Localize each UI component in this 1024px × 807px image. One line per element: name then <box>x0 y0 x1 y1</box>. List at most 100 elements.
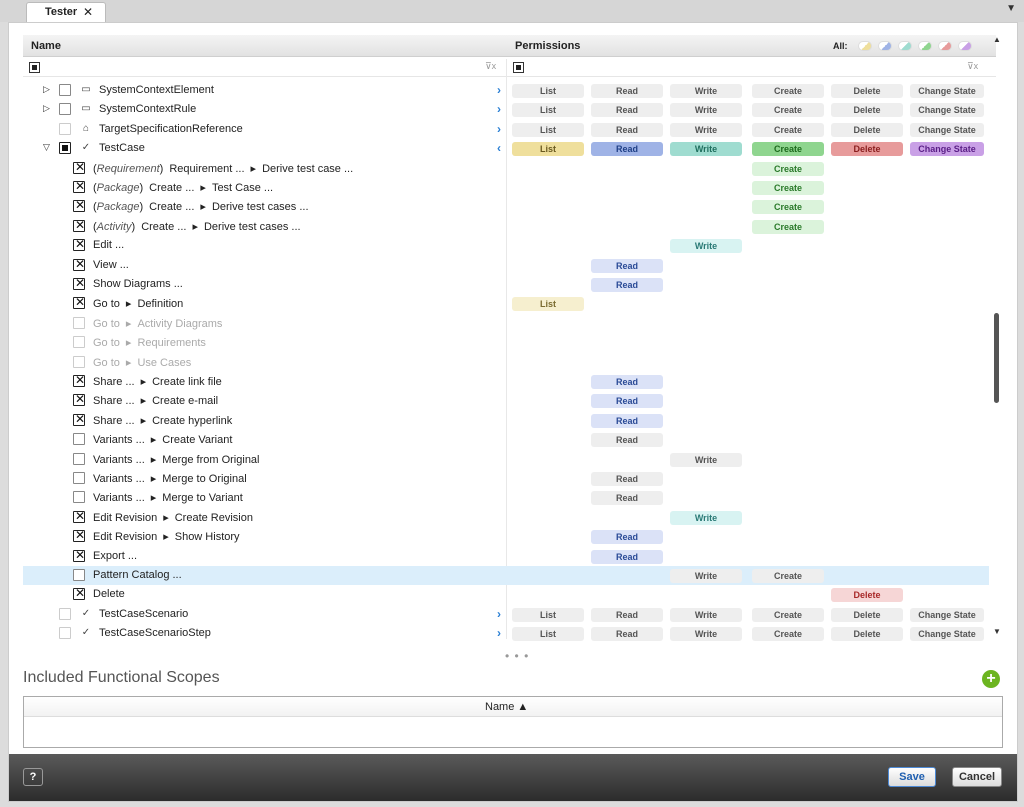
row-checkbox[interactable] <box>73 569 85 581</box>
write-permission-button[interactable]: Write <box>670 239 742 254</box>
tree-row[interactable]: ▷ ▭ SystemContextElement › List Read Write Crea… <box>23 81 989 100</box>
help-button[interactable]: ? <box>23 768 43 786</box>
row-checkbox[interactable] <box>73 433 85 446</box>
expand-permissions-icon[interactable]: › <box>497 102 501 116</box>
cancel-button[interactable]: Cancel <box>952 767 1002 787</box>
row-checkbox[interactable] <box>73 237 86 252</box>
create-permission-button[interactable]: Create <box>752 84 824 98</box>
list-permission-button[interactable]: List <box>512 297 584 312</box>
list-permission-button[interactable]: List <box>512 607 584 622</box>
read-permission-button[interactable]: Read <box>591 122 663 137</box>
operation-row[interactable]: Go to ▸ Activity Diagrams <box>23 314 989 333</box>
expand-permissions-icon[interactable]: › <box>497 607 501 621</box>
operation-row[interactable]: Variants ... ▸ Merge from Original Write <box>23 450 989 469</box>
operation-row[interactable]: Delete Delete <box>23 585 989 604</box>
write-permission-button[interactable]: Write <box>670 452 742 467</box>
row-checkbox[interactable] <box>73 179 86 193</box>
row-checkbox[interactable] <box>73 257 86 271</box>
read-permission-button[interactable]: Read <box>591 607 663 622</box>
read-permission-button[interactable]: Read <box>591 413 663 428</box>
list-permission-button[interactable]: List <box>512 84 584 98</box>
list-permission-button[interactable]: List <box>512 122 584 137</box>
name-filter-icon[interactable]: ⊽x <box>485 61 496 72</box>
create-permission-button[interactable]: Create <box>752 607 824 622</box>
operation-row[interactable]: Export ... Read <box>23 547 989 566</box>
read-permission-button[interactable]: Read <box>591 142 663 157</box>
list-permission-button[interactable]: List <box>512 627 584 642</box>
delete-permission-button[interactable]: Delete <box>831 627 903 642</box>
operation-row[interactable]: View ... Read <box>23 256 989 275</box>
expand-icon[interactable]: ▷ <box>43 103 50 114</box>
all-write-toggle[interactable] <box>898 41 912 51</box>
operation-row[interactable]: Go to ▸ Requirements <box>23 333 989 352</box>
create-permission-button[interactable]: Create <box>752 200 824 215</box>
create-permission-button[interactable]: Create <box>752 103 824 118</box>
row-checkbox[interactable] <box>73 373 86 387</box>
expand-permissions-icon[interactable]: › <box>497 122 501 136</box>
row-checkbox[interactable] <box>73 198 86 213</box>
row-checkbox[interactable] <box>73 218 86 232</box>
row-checkbox[interactable] <box>73 586 86 601</box>
collapse-icon[interactable]: ▽ <box>43 142 50 153</box>
scroll-up-icon[interactable]: ▲ <box>993 35 1001 44</box>
write-permission-button[interactable]: Write <box>670 569 742 583</box>
tree-row[interactable]: ▽ ✓ TestCase ‹ List Read Write Create Delete Chan… <box>23 139 989 158</box>
row-checkbox[interactable] <box>73 276 86 290</box>
expand-permissions-icon[interactable]: › <box>497 83 501 97</box>
row-checkbox[interactable] <box>73 528 86 543</box>
delete-permission-button[interactable]: Delete <box>831 142 903 157</box>
delete-permission-button[interactable]: Delete <box>831 84 903 98</box>
write-permission-button[interactable]: Write <box>670 122 742 137</box>
row-checkbox[interactable] <box>59 103 71 116</box>
tab-tester[interactable]: Tester ✕ <box>26 2 106 22</box>
delete-permission-button[interactable]: Delete <box>831 588 903 603</box>
permissions-column-header[interactable]: Permissions <box>515 40 580 52</box>
permissions-filter-icon[interactable]: ⊽x <box>967 61 978 72</box>
read-permission-button[interactable]: Read <box>591 530 663 545</box>
read-permission-button[interactable]: Read <box>591 627 663 642</box>
change-state-permission-button[interactable]: Change State <box>910 142 984 157</box>
change-state-permission-button[interactable]: Change State <box>910 627 984 642</box>
name-column-header[interactable]: Name <box>31 40 61 52</box>
change-state-permission-button[interactable]: Change State <box>910 122 984 137</box>
tree-row[interactable]: ✓ TestCaseScenarioStep › List Read Write Creat… <box>23 624 989 643</box>
all-delete-toggle[interactable] <box>938 41 952 51</box>
scrollbar-thumb[interactable] <box>994 313 999 403</box>
list-permission-button[interactable]: List <box>512 142 584 157</box>
delete-permission-button[interactable]: Delete <box>831 103 903 118</box>
save-button[interactable]: Save <box>888 767 936 787</box>
name-select-all-checkbox[interactable] <box>29 62 40 73</box>
row-checkbox[interactable] <box>73 392 86 407</box>
chevron-down-icon[interactable]: ▼ <box>1006 3 1016 14</box>
create-permission-button[interactable]: Create <box>752 122 824 137</box>
expand-permissions-icon[interactable]: › <box>497 626 501 640</box>
operation-row[interactable]: Edit Revision ▸ Create Revision Write <box>23 508 989 527</box>
change-state-permission-button[interactable]: Change State <box>910 84 984 98</box>
permissions-select-all-checkbox[interactable] <box>513 62 524 73</box>
operation-row[interactable]: (Activity)Create ...▸Derive test cases .… <box>23 217 989 236</box>
write-permission-button[interactable]: Write <box>670 607 742 622</box>
create-permission-button[interactable]: Create <box>752 142 824 157</box>
read-permission-button[interactable]: Read <box>591 394 663 409</box>
read-permission-button[interactable]: Read <box>591 491 663 506</box>
write-permission-button[interactable]: Write <box>670 510 742 525</box>
row-checkbox[interactable] <box>59 142 71 155</box>
all-create-toggle[interactable] <box>918 41 932 51</box>
change-state-permission-button[interactable]: Change State <box>910 103 984 118</box>
create-permission-button[interactable]: Create <box>752 569 824 583</box>
resize-handle[interactable]: • • • <box>505 649 529 663</box>
row-checkbox[interactable] <box>73 491 85 504</box>
add-scope-button[interactable]: + <box>982 670 1000 688</box>
scroll-down-icon[interactable]: ▼ <box>993 627 1001 636</box>
create-permission-button[interactable]: Create <box>752 161 824 176</box>
collapse-permissions-icon[interactable]: ‹ <box>497 141 501 155</box>
create-permission-button[interactable]: Create <box>752 219 824 234</box>
expand-icon[interactable]: ▷ <box>43 84 50 95</box>
tree-row[interactable]: ✓ TestCaseScenario › List Read Write Create Del… <box>23 605 989 624</box>
operation-row[interactable]: (Requirement)Requirement ...▸Derive test… <box>23 159 989 178</box>
operation-row[interactable]: Pattern Catalog ... Write Create <box>23 566 989 585</box>
operation-row[interactable]: Share ... ▸ Create link file Read <box>23 372 989 391</box>
read-permission-button[interactable]: Read <box>591 472 663 486</box>
operation-row[interactable]: Show Diagrams ... Read <box>23 275 989 294</box>
read-permission-button[interactable]: Read <box>591 375 663 389</box>
